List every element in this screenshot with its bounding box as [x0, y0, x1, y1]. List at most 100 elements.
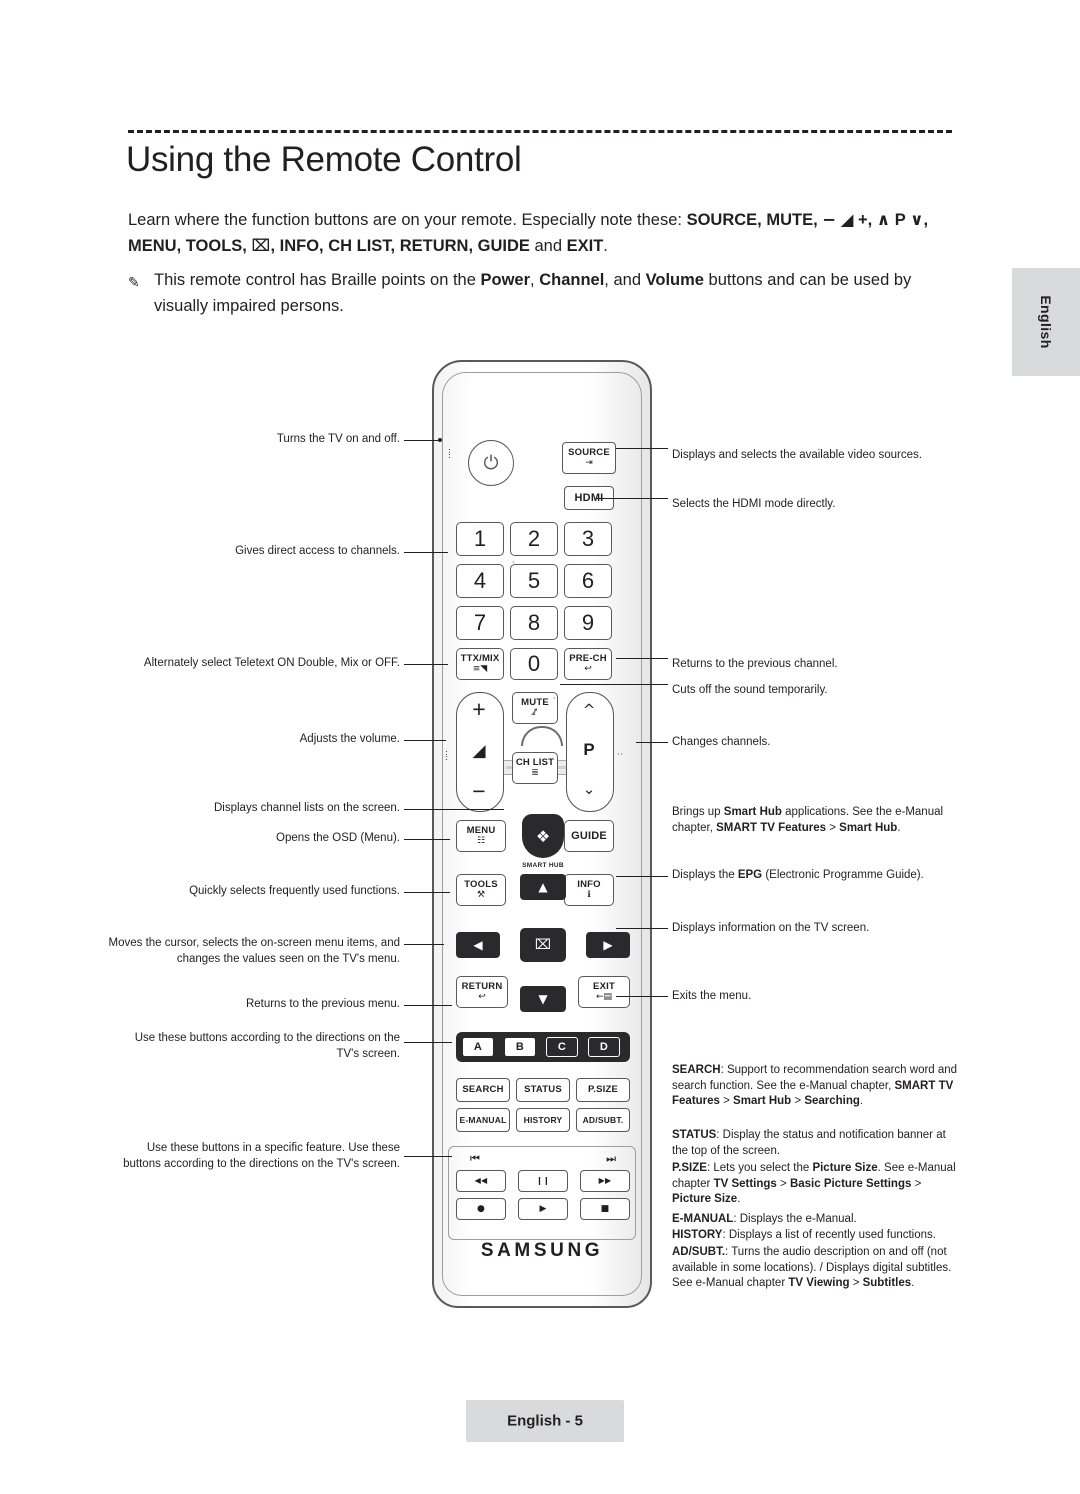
menu-button[interactable]: MENU ☷ — [456, 820, 506, 852]
number-0-button[interactable]: 0 — [510, 648, 558, 680]
brand-logo: SAMSUNG — [480, 1240, 604, 1261]
smart-hub-button[interactable]: ❖ — [522, 814, 564, 858]
number-2-button[interactable]: 2 — [510, 522, 558, 556]
leader-pre-ch — [616, 658, 668, 659]
ttx-mix-button[interactable]: TTX/MIX ≡◥ — [456, 648, 504, 680]
channel-up-icon[interactable]: ^ — [566, 696, 612, 724]
media-previous-button[interactable]: ⏮ — [470, 1152, 480, 1166]
pre-ch-button[interactable]: PRE-CH ↩ — [564, 648, 612, 680]
callout-search: SEARCH: Support to recommendation search… — [672, 1064, 958, 1107]
media-rewind-button[interactable]: ◀◀ — [456, 1170, 506, 1192]
leader-return — [404, 1005, 452, 1006]
intro-paragraph: Learn where the function buttons are on … — [128, 210, 929, 255]
callout-history: HISTORY: Displays a list of recently use… — [672, 1229, 936, 1241]
leader-info — [616, 928, 668, 929]
number-3-button[interactable]: 3 — [564, 522, 612, 556]
exit-button[interactable]: EXIT ←▤ — [578, 976, 630, 1008]
status-button[interactable]: STATUS — [516, 1078, 570, 1102]
leader-numbers — [404, 552, 448, 553]
note-paragraph: ✎ This remote control has Braille points… — [128, 267, 958, 319]
power-braille-dots: :: — [448, 446, 451, 460]
leader-tools — [404, 892, 450, 893]
color-button-d[interactable]: D — [588, 1037, 620, 1057]
leader-dpad — [404, 944, 444, 945]
volume-up-button[interactable]: + — [456, 692, 502, 726]
ttx-mix-icon: ≡◥ — [472, 664, 488, 675]
power-button[interactable]: ⏻ — [468, 440, 514, 486]
callout-tools: Quickly selects frequently used function… — [189, 885, 400, 897]
ad-subt-button[interactable]: AD/SUBT. — [576, 1108, 630, 1132]
number-4-button[interactable]: 4 — [456, 564, 504, 598]
dpad-down-button[interactable]: ▼ — [520, 986, 566, 1012]
callout-volume: Adjusts the volume. — [299, 733, 400, 745]
e-manual-button[interactable]: E-MANUAL — [456, 1108, 510, 1132]
media-play-button[interactable]: ▶ — [518, 1198, 568, 1220]
history-button[interactable]: HISTORY — [516, 1108, 570, 1132]
callout-ttx-mix: Alternately select Teletext ON Double, M… — [143, 657, 400, 669]
channel-up-braille-dot: · — [553, 694, 556, 703]
media-fastforward-button[interactable]: ▶▶ — [580, 1170, 630, 1192]
media-pause-button[interactable]: ❙❙ — [518, 1170, 568, 1192]
callout-power: Turns the TV on and off. — [276, 433, 400, 445]
number-9-button[interactable]: 9 — [564, 606, 612, 640]
number-5-button[interactable]: 5 — [510, 564, 558, 598]
leader-exit — [616, 996, 668, 997]
number-1-button[interactable]: 1 — [456, 522, 504, 556]
leader-ch-list — [404, 809, 504, 810]
number-6-button[interactable]: 6 — [564, 564, 612, 598]
callout-color-buttons: Use these buttons according to the direc… — [134, 1032, 400, 1060]
guide-button[interactable]: GUIDE — [564, 820, 614, 852]
callout-picture-size: P.SIZE: Lets you select the Picture Size… — [672, 1162, 956, 1205]
callout-dpad: Moves the cursor, selects the on-screen … — [108, 937, 400, 965]
leader-ttx-mix — [404, 664, 448, 665]
callout-guide: Displays the EPG (Electronic Programme G… — [672, 869, 924, 881]
media-next-button[interactable]: ⏭ — [606, 1152, 616, 1166]
volume-down-button[interactable]: − — [456, 774, 502, 808]
tools-button[interactable]: TOOLS ⚒ — [456, 874, 506, 906]
info-button[interactable]: INFO ℹ — [564, 874, 614, 906]
channel-down-icon[interactable]: ⌄ — [566, 774, 612, 804]
page-footer-label: English - 5 — [507, 1412, 583, 1430]
pre-ch-icon: ↩ — [584, 664, 592, 675]
media-stop-button[interactable]: ■ — [580, 1198, 630, 1220]
callout-smart-hub: Brings up Smart Hub applications. See th… — [672, 806, 944, 834]
enter-button[interactable]: ⌧ — [520, 928, 566, 962]
title-divider — [128, 130, 952, 133]
leader-power — [404, 440, 440, 441]
exit-icon: ←▤ — [595, 992, 613, 1003]
return-icon: ↩ — [478, 992, 486, 1003]
source-button[interactable]: SOURCE ⇥ — [562, 442, 616, 474]
dpad-left-button[interactable]: ◀ — [456, 932, 500, 958]
callout-status: STATUS: Display the status and notificat… — [672, 1129, 946, 1157]
callout-pre-ch: Returns to the previous channel. — [672, 658, 838, 670]
color-button-a[interactable]: A — [462, 1037, 494, 1057]
callout-info: Displays information on the TV screen. — [672, 922, 870, 934]
tools-icon: ⚒ — [476, 890, 486, 901]
callout-media-buttons: Use these buttons in a specific feature.… — [123, 1142, 400, 1170]
dpad-up-button[interactable]: ▲ — [520, 874, 566, 900]
color-button-c[interactable]: C — [546, 1037, 578, 1057]
return-button[interactable]: RETURN ↩ — [456, 976, 508, 1008]
leader-media-buttons — [404, 1156, 452, 1157]
callout-channel: Changes channels. — [672, 736, 771, 748]
search-button[interactable]: SEARCH — [456, 1078, 510, 1102]
dpad-right-button[interactable]: ▶ — [586, 932, 630, 958]
smart-hub-label: SMART HUB — [522, 862, 564, 869]
ch-list-button[interactable]: CH LIST ≣ — [512, 752, 558, 784]
leader-power-dot — [438, 438, 442, 442]
page-footer: English - 5 — [466, 1400, 624, 1442]
page-title: Using the Remote Control — [126, 140, 522, 179]
color-button-b[interactable]: B — [504, 1037, 536, 1057]
callout-exit: Exits the menu. — [672, 990, 752, 1002]
mute-button[interactable]: MUTE ♪̸ — [512, 692, 558, 724]
media-record-button[interactable]: ● — [456, 1198, 506, 1220]
number-8-button[interactable]: 8 — [510, 606, 558, 640]
number-5-braille-dot: · — [512, 558, 515, 567]
callout-ch-list: Displays channel lists on the screen. — [213, 802, 400, 814]
volume-icon: ◢ — [472, 741, 486, 761]
picture-size-button[interactable]: P.SIZE — [576, 1078, 630, 1102]
document-page: Using the Remote Control Learn where the… — [0, 0, 1080, 1494]
number-7-button[interactable]: 7 — [456, 606, 504, 640]
volume-braille-dots: :: — [445, 748, 448, 762]
leader-guide — [616, 876, 668, 877]
